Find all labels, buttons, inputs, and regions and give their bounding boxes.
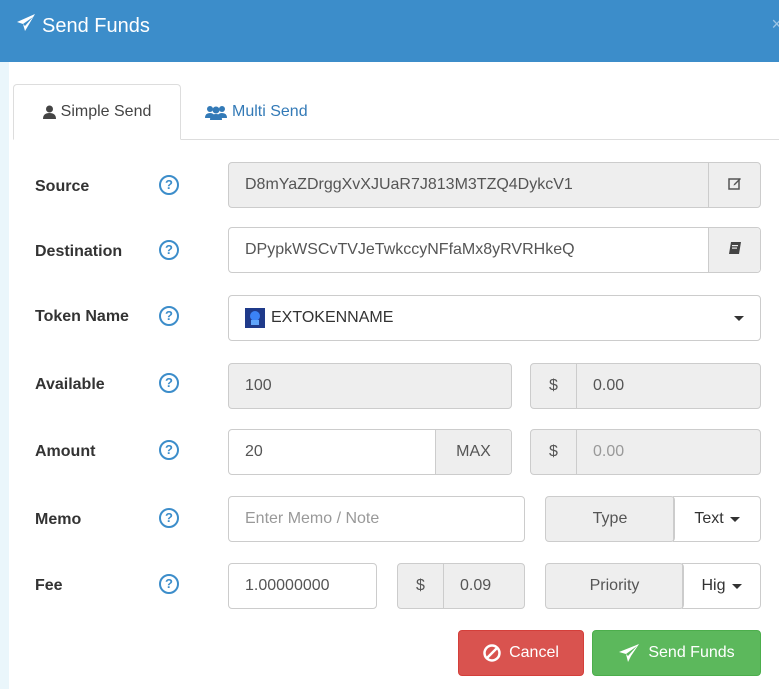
amount-field[interactable]: 20 MAX: [228, 429, 512, 475]
tab-bar: Simple Send Multi Send: [9, 62, 779, 140]
modal-title-text: Send Funds: [42, 14, 150, 37]
address-book-button[interactable]: [708, 228, 760, 272]
dollar-addon: $: [531, 430, 577, 474]
amount-usd-field: $ 0.00: [530, 429, 761, 475]
modal-body: Simple Send Multi Send Source ? D8mYaZDr…: [9, 62, 779, 689]
available-label: Available: [35, 376, 105, 393]
caret-down-icon: [729, 516, 740, 522]
amount-usd-value: 0.00: [593, 443, 625, 460]
send-funds-modal: Send Funds × Simple Send Multi Send Sour…: [0, 0, 779, 689]
priority-label: Priority: [589, 577, 640, 594]
destination-field[interactable]: DPypkWSCvTVJeTwkccyNFfaMx8yRVRHkeQ: [228, 227, 761, 273]
source-label: Source: [35, 178, 90, 195]
address-book-icon: [728, 241, 742, 260]
available-usd-field: $ 0.00: [530, 363, 761, 409]
user-icon: [42, 105, 56, 119]
available-field: 100: [228, 363, 512, 409]
send-funds-label: Send Funds: [648, 644, 735, 661]
tab-simple-send-label: Simple Send: [60, 103, 152, 120]
fee-usd-value: 0.09: [460, 577, 492, 594]
amount-help-icon[interactable]: ?: [159, 440, 179, 460]
amount-label: Amount: [35, 443, 96, 460]
memo-type-label: Type: [592, 510, 628, 527]
token-avatar-icon: [245, 308, 265, 328]
priority-value: Hig: [701, 577, 726, 594]
memo-type-dropdown[interactable]: Text: [673, 496, 761, 542]
chevron-down-icon: [734, 316, 744, 321]
destination-help-icon[interactable]: ?: [159, 240, 179, 260]
source-value: D8mYaZDrggXvXJUaR7J813M3TZQ4DykcV1: [245, 176, 573, 193]
edit-source-button[interactable]: [708, 163, 760, 207]
modal-header: Send Funds ×: [0, 0, 779, 62]
available-value: 100: [245, 377, 272, 394]
fee-label: Fee: [35, 577, 63, 594]
source-field[interactable]: D8mYaZDrggXvXJUaR7J813M3TZQ4DykcV1: [228, 162, 761, 208]
token-value: EXTOKENNAME: [271, 309, 394, 326]
users-icon: [205, 105, 227, 120]
priority-label-box: Priority: [545, 563, 684, 609]
dollar-addon: $: [398, 564, 444, 608]
available-help-icon[interactable]: ?: [159, 373, 179, 393]
tab-multi-send-label: Multi Send: [232, 103, 308, 120]
tab-multi-send[interactable]: Multi Send: [205, 84, 308, 140]
dollar-addon: $: [531, 364, 577, 408]
token-help-icon[interactable]: ?: [159, 306, 179, 326]
amount-value: 20: [245, 443, 263, 460]
paper-plane-icon: [618, 643, 640, 663]
available-usd-value: 0.00: [593, 377, 625, 394]
paper-plane-icon: [16, 13, 36, 39]
edit-icon: [727, 176, 742, 195]
memo-label: Memo: [35, 511, 82, 528]
token-name-label: Token Name: [35, 308, 129, 325]
send-funds-button[interactable]: Send Funds: [592, 630, 761, 676]
close-icon[interactable]: ×: [771, 14, 779, 35]
memo-type-label-box: Type: [545, 496, 675, 542]
memo-input[interactable]: Enter Memo / Note: [228, 496, 525, 542]
source-help-icon[interactable]: ?: [159, 175, 179, 195]
destination-label: Destination: [35, 243, 123, 260]
left-edge: [0, 0, 9, 689]
fee-input[interactable]: 1.00000000: [228, 563, 377, 609]
memo-type-value: Text: [694, 510, 724, 527]
destination-value: DPypkWSCvTVJeTwkccyNFfaMx8yRVRHkeQ: [245, 241, 575, 258]
cancel-label: Cancel: [509, 644, 559, 661]
fee-value: 1.00000000: [245, 577, 330, 594]
token-select[interactable]: EXTOKENNAME: [228, 295, 761, 341]
tab-simple-send[interactable]: Simple Send: [13, 84, 181, 140]
fee-usd-field: $ 0.09: [397, 563, 525, 609]
priority-dropdown[interactable]: Hig: [682, 563, 761, 609]
memo-placeholder: Enter Memo / Note: [245, 510, 380, 527]
ban-icon: [483, 644, 501, 662]
max-button[interactable]: MAX: [435, 430, 511, 474]
cancel-button[interactable]: Cancel: [458, 630, 584, 676]
memo-help-icon[interactable]: ?: [159, 508, 179, 528]
fee-help-icon[interactable]: ?: [159, 574, 179, 594]
caret-down-icon: [731, 583, 742, 589]
modal-title: Send Funds: [16, 13, 150, 39]
